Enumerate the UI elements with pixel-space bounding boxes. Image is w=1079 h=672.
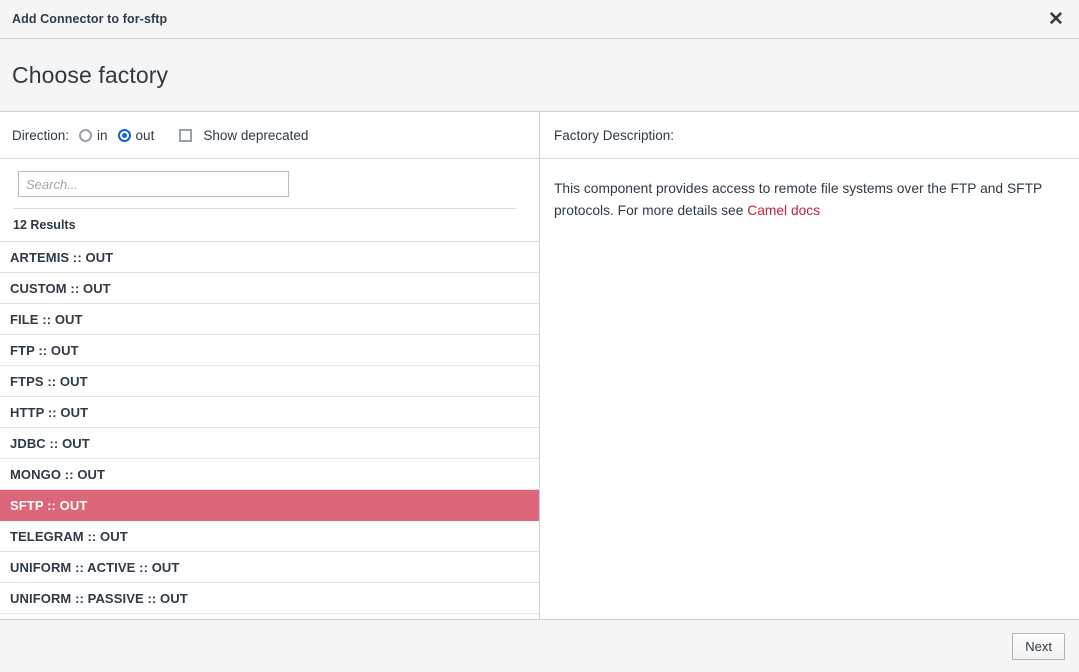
factory-selection-pane: Direction: in out Show deprecated [0,112,540,619]
dialog-body: Direction: in out Show deprecated [0,112,1079,619]
dialog-footer: Next [0,619,1079,672]
list-item[interactable]: ARTEMIS :: OUT [0,242,539,273]
search-input[interactable] [18,171,289,197]
list-item[interactable]: JDBC :: OUT [0,428,539,459]
radio-out-icon [118,129,131,142]
radio-direction-in[interactable]: in [79,128,108,143]
factory-description-body: This component provides access to remote… [540,159,1079,619]
show-deprecated-checkbox[interactable]: Show deprecated [179,128,308,143]
radio-in-icon [79,129,92,142]
factory-description-header: Factory Description: [540,112,1079,159]
direction-filter-row: Direction: in out Show deprecated [0,112,539,159]
list-item[interactable]: UNIFORM :: PASSIVE :: OUT [0,583,539,614]
page-title: Choose factory [12,62,168,89]
list-item[interactable]: FILE :: OUT [0,304,539,335]
search-area [0,159,539,197]
dialog-titlebar: Add Connector to for-sftp ✕ [0,0,1079,39]
radio-in-label: in [97,128,108,143]
next-button[interactable]: Next [1012,633,1065,660]
factory-list[interactable]: ARTEMIS :: OUT CUSTOM :: OUT FILE :: OUT… [0,241,539,619]
radio-direction-out[interactable]: out [118,128,155,143]
results-count: 12 Results [0,209,539,241]
direction-radio-group: in out [79,128,164,143]
radio-out-label: out [136,128,155,143]
dialog-title: Add Connector to for-sftp [12,12,167,26]
close-icon[interactable]: ✕ [1033,0,1079,38]
list-item[interactable]: FTP :: OUT [0,335,539,366]
factory-description-pane: Factory Description: This component prov… [540,112,1079,619]
page-heading-band: Choose factory [0,39,1079,112]
list-item[interactable]: MONGO :: OUT [0,459,539,490]
list-item-selected[interactable]: SFTP :: OUT [0,490,539,521]
direction-label: Direction: [12,128,69,143]
list-item[interactable]: CUSTOM :: OUT [0,273,539,304]
list-item[interactable]: TELEGRAM :: OUT [0,521,539,552]
list-item[interactable]: UNIFORM :: ACTIVE :: OUT [0,552,539,583]
list-item[interactable]: HTTP :: OUT [0,397,539,428]
checkbox-unchecked-icon [179,129,192,142]
choose-factory-dialog: Add Connector to for-sftp ✕ Choose facto… [0,0,1079,672]
list-item[interactable]: FTPS :: OUT [0,366,539,397]
show-deprecated-label: Show deprecated [203,128,308,143]
camel-docs-link[interactable]: Camel docs [747,203,820,218]
